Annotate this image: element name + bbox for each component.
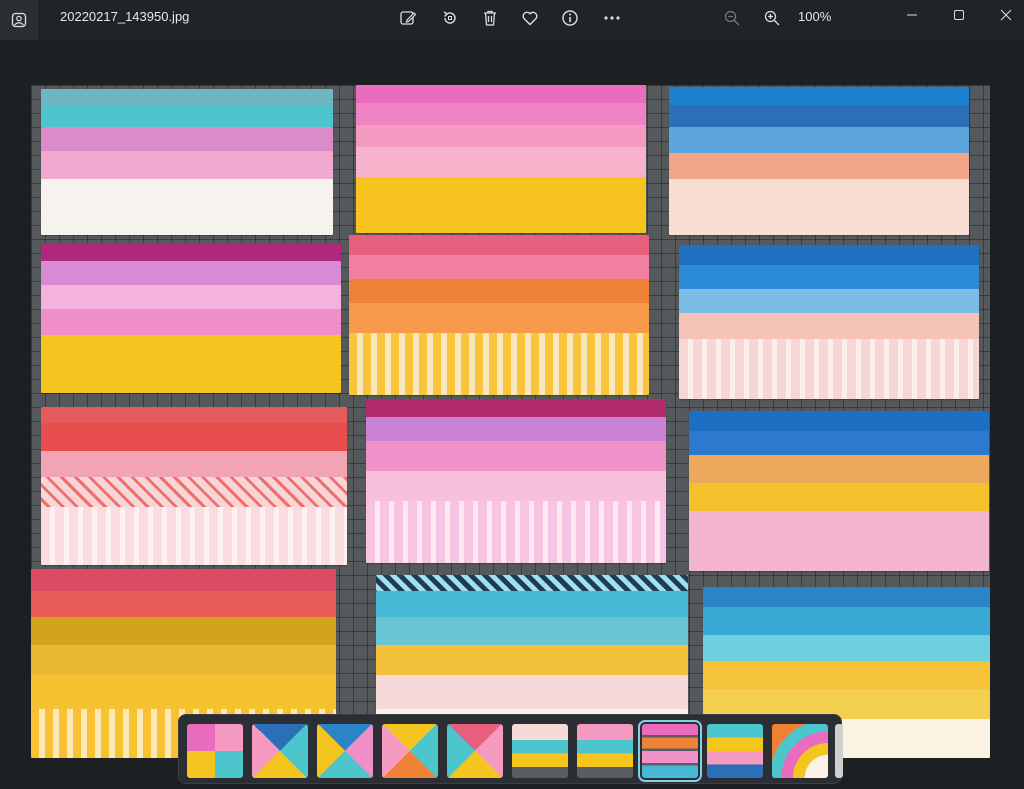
photos-app-icon[interactable] [0, 0, 38, 40]
fabric-stack [41, 89, 333, 237]
fabric-stack [349, 235, 649, 397]
zoom-out-icon[interactable] [719, 6, 745, 30]
thumbnail[interactable] [317, 724, 373, 778]
file-name: 20220217_143950.jpg [60, 9, 190, 24]
edit-image-icon[interactable] [395, 6, 421, 30]
fabric-stack [689, 411, 989, 573]
favorite-icon[interactable] [517, 6, 543, 30]
minimize-icon[interactable] [890, 0, 934, 30]
thumbnail[interactable] [772, 724, 828, 778]
fabric-stack [356, 85, 646, 235]
thumbnail-selected[interactable] [638, 720, 702, 782]
maximize-icon[interactable] [937, 0, 981, 30]
thumbnail[interactable] [187, 724, 243, 778]
thumbnail[interactable] [707, 724, 763, 778]
close-icon[interactable] [984, 0, 1024, 30]
fabric-stack [679, 245, 979, 401]
thumbnail[interactable] [252, 724, 308, 778]
zoom-level: 100% [798, 9, 832, 24]
more-icon[interactable] [599, 6, 625, 30]
delete-icon[interactable] [477, 6, 503, 30]
fabric-stack [41, 243, 341, 395]
rotate-icon[interactable] [437, 6, 463, 30]
zoom-in-icon[interactable] [759, 6, 785, 30]
fabric-stack [669, 87, 969, 237]
fabric-stack [366, 399, 666, 565]
photo-viewer-image[interactable] [31, 85, 990, 758]
thumbnail[interactable] [382, 724, 438, 778]
info-icon[interactable] [557, 6, 583, 30]
title-bar: 20220217_143950.jpg 100% [0, 0, 1024, 40]
fabric-stack [41, 407, 347, 567]
thumbnail[interactable] [577, 724, 633, 778]
thumbnail-partial[interactable] [835, 724, 843, 778]
filmstrip [178, 714, 843, 784]
thumbnail[interactable] [512, 724, 568, 778]
thumbnail[interactable] [447, 724, 503, 778]
